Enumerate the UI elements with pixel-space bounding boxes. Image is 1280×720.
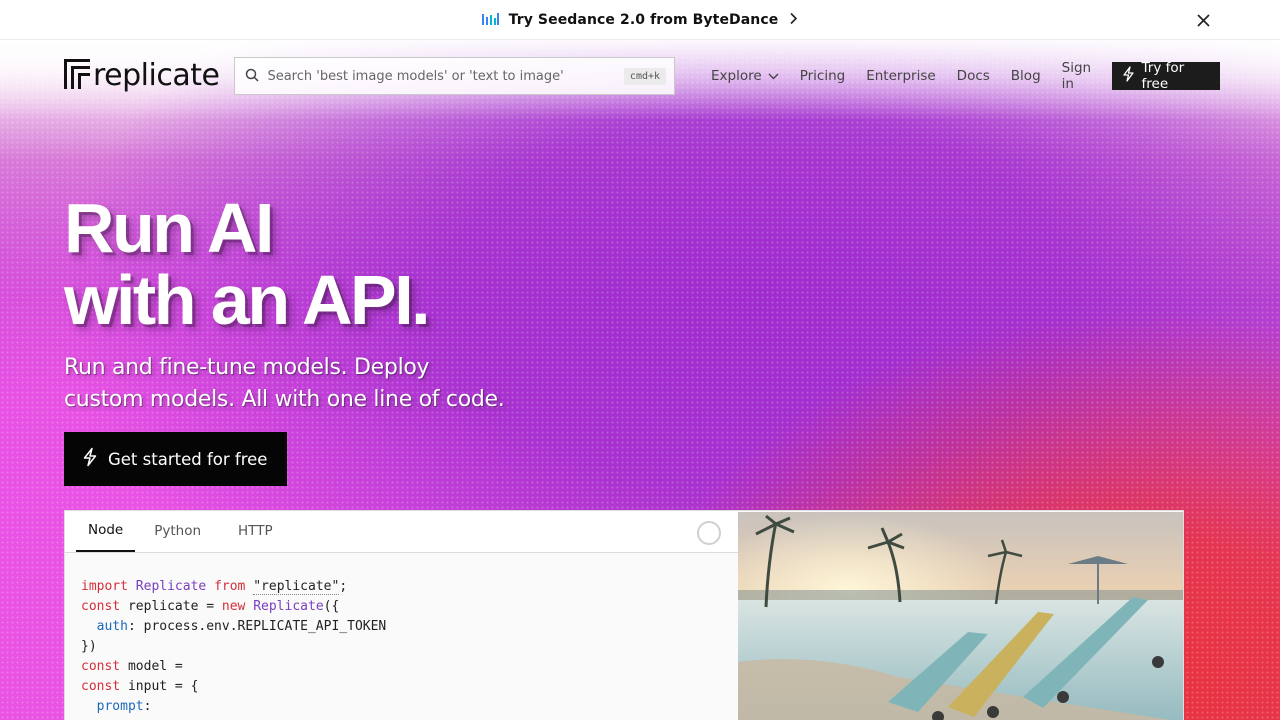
nav-signin[interactable]: Sign in bbox=[1062, 60, 1095, 92]
code-token: const bbox=[81, 679, 121, 694]
code-token: Replicate bbox=[135, 579, 207, 594]
main-nav: replicate cmd+k Explore Pricing Enterpri… bbox=[64, 56, 1220, 96]
hero-headline: Run AI with an API. bbox=[64, 189, 431, 339]
code-token: "replicate" bbox=[253, 579, 340, 595]
search-input[interactable] bbox=[267, 68, 616, 84]
nav-explore[interactable]: Explore bbox=[711, 68, 779, 84]
lightning-icon bbox=[82, 447, 98, 471]
code-token: replicate = bbox=[120, 599, 222, 614]
code-token: ; bbox=[339, 579, 348, 594]
get-started-button[interactable]: Get started for free bbox=[64, 432, 287, 486]
try-for-free-label: Try for free bbox=[1141, 60, 1185, 92]
announcement-link[interactable]: Try Seedance 2.0 from ByteDance bbox=[481, 10, 799, 29]
announcement-text: Try Seedance 2.0 from ByteDance bbox=[508, 11, 779, 28]
hero-headline-line1: Run AI bbox=[64, 189, 274, 267]
search-icon bbox=[245, 67, 259, 86]
replicate-logo[interactable]: replicate bbox=[64, 58, 220, 93]
code-token: : bbox=[143, 699, 152, 714]
code-token: const bbox=[81, 599, 121, 614]
code-token: Replicate bbox=[253, 599, 324, 614]
loading-spinner-icon bbox=[697, 521, 721, 545]
hero-subheading-line2: custom models. All with one line of code… bbox=[64, 387, 505, 412]
code-token: ({ bbox=[323, 599, 340, 614]
hero-headline-line2: with an API. bbox=[64, 261, 431, 339]
tab-python[interactable]: Python bbox=[136, 510, 219, 552]
code-token: : process.env.REPLICATE_API_TOKEN bbox=[127, 619, 387, 634]
code-token: from bbox=[214, 579, 246, 594]
logo-text: replicate bbox=[93, 58, 220, 93]
code-token: import bbox=[81, 579, 128, 594]
close-icon[interactable] bbox=[1194, 11, 1212, 29]
output-image[interactable] bbox=[738, 512, 1183, 720]
logo-mark-icon bbox=[64, 59, 90, 93]
tab-node[interactable]: Node bbox=[76, 510, 136, 552]
hero-subheading-line1: Run and fine-tune models. Deploy bbox=[64, 355, 430, 380]
code-token: const bbox=[81, 659, 121, 674]
code-token: auth bbox=[96, 619, 128, 634]
search-shortcut-badge: cmd+k bbox=[623, 67, 667, 85]
nav-docs[interactable]: Docs bbox=[957, 68, 990, 84]
nav-explore-label: Explore bbox=[711, 68, 762, 84]
code-block: import Replicate from "replicate"; const… bbox=[81, 577, 386, 717]
get-started-label: Get started for free bbox=[108, 449, 268, 469]
search-bar[interactable]: cmd+k bbox=[234, 57, 676, 95]
chevron-right-icon bbox=[788, 10, 798, 29]
code-token: }) bbox=[81, 639, 97, 654]
code-token: prompt bbox=[96, 699, 144, 714]
lightning-icon bbox=[1122, 66, 1135, 86]
chevron-down-icon bbox=[768, 68, 779, 84]
try-for-free-button[interactable]: Try for free bbox=[1111, 60, 1220, 92]
language-tabs: Node Python HTTP bbox=[65, 511, 738, 553]
announcement-banner: Try Seedance 2.0 from ByteDance bbox=[0, 0, 1280, 40]
hero-subheading: Run and fine-tune models. Deploy custom … bbox=[64, 352, 505, 416]
code-token: model = bbox=[120, 659, 183, 674]
nav-enterprise[interactable]: Enterprise bbox=[866, 68, 935, 84]
pool-scene-image bbox=[738, 512, 1183, 720]
code-token: input = { bbox=[120, 679, 199, 694]
nav-pricing[interactable]: Pricing bbox=[800, 68, 846, 84]
bar-chart-icon bbox=[481, 10, 499, 29]
tab-http[interactable]: HTTP bbox=[220, 510, 291, 552]
code-token: new bbox=[221, 599, 246, 614]
nav-blog[interactable]: Blog bbox=[1011, 68, 1041, 84]
code-example-panel: Node Python HTTP import Replicate from "… bbox=[64, 510, 1184, 720]
nav-links: Explore Pricing Enterprise Docs Blog Sig… bbox=[711, 60, 1095, 92]
